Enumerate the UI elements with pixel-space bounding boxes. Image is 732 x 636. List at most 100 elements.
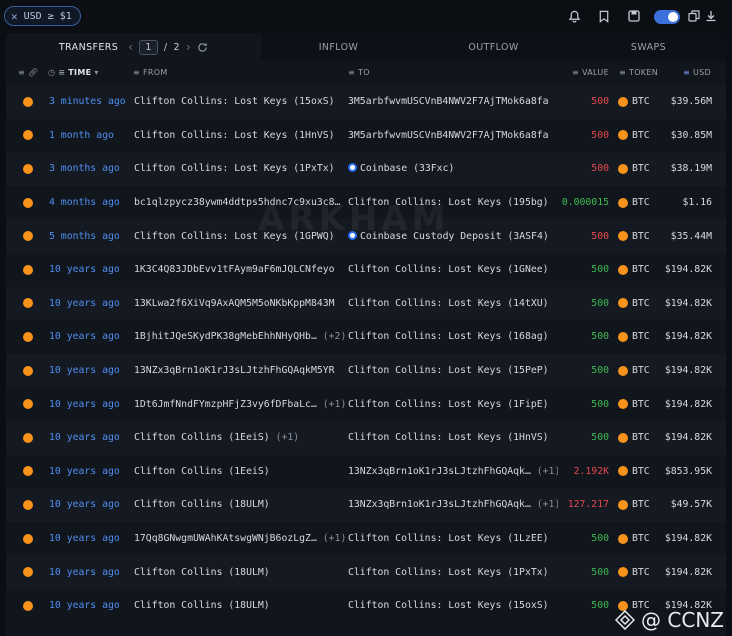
table-row[interactable]: 10 years ago 1BjhitJQeSKydPK38gMebEhhNHyQ… [6,320,726,354]
row-token[interactable]: BTC [618,264,650,275]
chevron-left-icon[interactable]: ‹ [128,40,133,54]
tab-transfers[interactable]: TRANSFERS ‹ 1 / 2 › [6,33,261,61]
row-token[interactable]: BTC [618,533,650,544]
to-address[interactable]: Clifton Collins: Lost Keys (1LzEE) [348,533,549,544]
row-to[interactable]: Clifton Collins: Lost Keys (168ag) [348,331,558,342]
row-time[interactable]: 4 months ago [49,197,120,208]
table-row[interactable]: 3 minutes ago Clifton Collins: Lost Keys … [6,85,726,119]
row-to[interactable]: Clifton Collins: Lost Keys (15oxS) [348,600,558,611]
table-row[interactable]: 10 years ago 13NZx3qBrn1oK1rJ3sLJtzhFhGQA… [6,353,726,388]
copy-icon[interactable] [686,8,702,24]
to-address[interactable]: 3M5arbfwvmUSCVnB4NWV2F7AjTMok6a8fa [348,96,549,107]
to-address[interactable]: 13NZx3qBrn1oK1rJ3sLJtzhFhGQAqk… [348,499,531,510]
to-address[interactable]: Clifton Collins: Lost Keys (168ag) [348,331,549,342]
column-token[interactable]: ≡ TOKEN [619,68,658,77]
row-from[interactable]: 13NZx3qBrn1oK1rJ3sLJtzhFhGQAqkM5YR [134,365,346,376]
to-more[interactable]: (+1) [537,499,558,510]
from-address[interactable]: 1Dt6JmfNndFYmzpHFjZ3vy6fDFbaLc… [134,399,317,410]
table-row[interactable]: 3 months ago Clifton Collins: Lost Keys (… [6,152,726,186]
row-from[interactable]: Clifton Collins (18ULM) [134,600,346,611]
row-from[interactable]: Clifton Collins: Lost Keys (15oxS) [134,96,346,107]
row-to[interactable]: Clifton Collins: Lost Keys (195bg) [348,197,558,208]
row-token[interactable]: BTC [618,499,650,510]
row-token[interactable]: BTC [618,567,650,578]
bookmark-icon[interactable] [596,8,612,24]
table-row[interactable]: 10 years ago Clifton Collins (1EeiS) 13NZ… [6,455,726,489]
from-more[interactable]: (+1) [276,432,300,443]
to-address[interactable]: 3M5arbfwvmUSCVnB4NWV2F7AjTMok6a8fa [348,130,549,141]
row-token[interactable]: BTC [618,96,650,107]
link-filter[interactable]: ≡ 🔗︎ [18,68,38,77]
save-icon[interactable] [626,8,642,24]
table-row[interactable]: 10 years ago Clifton Collins (1EeiS) (+1)… [6,421,726,455]
from-address[interactable]: 17Qq8GNwgmUWAhKAtswgWNjB6ozLgZ… [134,533,317,544]
column-usd[interactable]: ≡ USD [683,68,711,77]
row-token[interactable]: BTC [618,231,650,242]
row-from[interactable]: bc1qlzpycz38ywm4ddtps5hdnc7c9xu3c8… [134,197,346,208]
row-time[interactable]: 10 years ago [49,298,120,309]
row-from[interactable]: Clifton Collins: Lost Keys (1GPWQ) [134,231,346,242]
from-address[interactable]: Clifton Collins (18ULM) [134,600,270,611]
row-time[interactable]: 10 years ago [49,466,120,477]
to-address[interactable]: Coinbase (33Fxc) [360,163,454,174]
from-more[interactable]: (+1) [323,533,346,544]
row-to[interactable]: 13NZx3qBrn1oK1rJ3sLJtzhFhGQAqk… (+1) [348,499,558,510]
from-address[interactable]: Clifton Collins (1EeiS) [134,432,270,443]
row-from[interactable]: 17Qq8GNwgmUWAhKAtswgWNjB6ozLgZ… (+1) [134,533,346,544]
row-token[interactable]: BTC [618,432,650,443]
to-address[interactable]: Clifton Collins: Lost Keys (1FipE) [348,399,549,410]
to-address[interactable]: Clifton Collins: Lost Keys (1HnVS) [348,432,549,443]
row-from[interactable]: Clifton Collins: Lost Keys (1PxTx) [134,163,346,174]
to-address[interactable]: Clifton Collins: Lost Keys (14tXU) [348,298,549,309]
row-to[interactable]: Clifton Collins: Lost Keys (1LzEE) [348,533,558,544]
to-address[interactable]: Clifton Collins: Lost Keys (15PeP) [348,365,549,376]
row-time[interactable]: 3 minutes ago [49,96,126,107]
table-row[interactable]: 5 months ago Clifton Collins: Lost Keys (… [6,219,726,253]
row-time[interactable]: 10 years ago [49,533,120,544]
from-more[interactable]: (+1) [323,399,346,410]
column-time[interactable]: ◷ ≡ TIME ▾ [48,68,99,77]
table-row[interactable]: 10 years ago Clifton Collins (18ULM) 13NZ… [6,488,726,522]
row-time[interactable]: 10 years ago [49,264,120,275]
toggle-switch[interactable] [654,10,680,24]
row-to[interactable]: Clifton Collins: Lost Keys (1PxTx) [348,567,558,578]
row-to[interactable]: Clifton Collins: Lost Keys (1HnVS) [348,432,558,443]
row-time[interactable]: 10 years ago [49,331,120,342]
from-address[interactable]: 13NZx3qBrn1oK1rJ3sLJtzhFhGQAqkM5YR [134,365,335,376]
alert-icon[interactable] [566,8,582,24]
to-address[interactable]: Clifton Collins: Lost Keys (1GNee) [348,264,549,275]
row-from[interactable]: Clifton Collins (18ULM) [134,567,346,578]
table-row[interactable]: 10 years ago 1Dt6JmfNndFYmzpHFjZ3vy6fDFba… [6,387,726,421]
from-address[interactable]: Clifton Collins: Lost Keys (1GPWQ) [134,231,335,242]
row-time[interactable]: 10 years ago [49,499,120,510]
usd-filter-chip[interactable]: ✕ USD ≥ $1 [4,6,81,26]
to-address[interactable]: Clifton Collins: Lost Keys (195bg) [348,197,549,208]
from-address[interactable]: Clifton Collins (18ULM) [134,567,270,578]
row-to[interactable]: 3M5arbfwvmUSCVnB4NWV2F7AjTMok6a8fa [348,96,558,107]
from-address[interactable]: 1BjhitJQeSKydPK38gMebEhhNHyQHb… [134,331,317,342]
row-from[interactable]: 1K3C4Q83JDbEvv1tFAym9aF6mJQLCNfeyo [134,264,346,275]
table-row[interactable]: 10 years ago 1K3C4Q83JDbEvv1tFAym9aF6mJQL… [6,253,726,287]
to-address[interactable]: Coinbase Custody Deposit (3ASF4) [360,231,549,242]
row-to[interactable]: Clifton Collins: Lost Keys (14tXU) [348,298,558,309]
page-current[interactable]: 1 [139,39,158,55]
table-row[interactable]: 10 years ago 17Qq8GNwgmUWAhKAtswgWNjB6ozL… [6,522,726,556]
to-address[interactable]: Clifton Collins: Lost Keys (15oxS) [348,600,549,611]
row-to[interactable]: Clifton Collins: Lost Keys (15PeP) [348,365,558,376]
row-time[interactable]: 1 month ago [49,130,114,141]
to-address[interactable]: Clifton Collins: Lost Keys (1PxTx) [348,567,549,578]
row-token[interactable]: BTC [618,163,650,174]
table-row[interactable]: 10 years ago Clifton Collins (18ULM) Clif… [6,555,726,589]
tab-outflow[interactable]: OUTFLOW [416,33,571,61]
row-from[interactable]: Clifton Collins: Lost Keys (1HnVS) [134,130,346,141]
tab-swaps[interactable]: SWAPS [571,33,726,61]
row-to[interactable]: Coinbase Custody Deposit (3ASF4) [348,230,558,242]
row-time[interactable]: 5 months ago [49,231,120,242]
from-address[interactable]: Clifton Collins: Lost Keys (1PxTx) [134,163,335,174]
row-time[interactable]: 10 years ago [49,432,120,443]
column-to[interactable]: ≡ TO [348,68,370,77]
column-value[interactable]: ≡ VALUE [572,68,609,77]
table-row[interactable]: 10 years ago 13KLwa2f6XiVq9AxAQM5M5oNKbKp… [6,286,726,321]
from-more[interactable]: (+2) [323,331,346,342]
from-address[interactable]: Clifton Collins (18ULM) [134,499,270,510]
